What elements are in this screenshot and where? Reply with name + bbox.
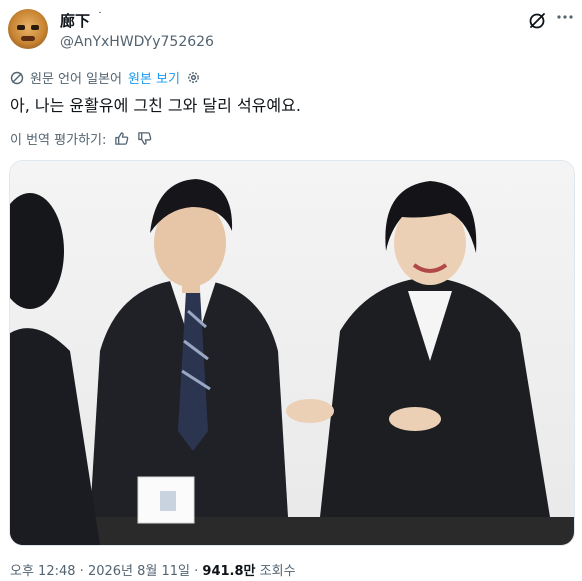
grok-icon[interactable] bbox=[528, 12, 546, 30]
translation-row: 원문 언어 일본어 원본 보기 bbox=[10, 68, 201, 87]
tweet-date[interactable]: 2026년 8월 11일 bbox=[88, 564, 190, 579]
author-name-suffix: ˙ bbox=[97, 10, 103, 23]
avatar-eye bbox=[31, 25, 39, 30]
tweet-photo[interactable] bbox=[9, 160, 575, 546]
more-icon[interactable] bbox=[556, 8, 574, 26]
meta-separator: · bbox=[79, 564, 84, 579]
meta-separator: · bbox=[194, 564, 199, 579]
gear-icon[interactable] bbox=[186, 70, 201, 85]
author-name[interactable]: 廊下 ˙ bbox=[60, 10, 103, 31]
author-handle[interactable]: @AnYxHWDYy752626 bbox=[60, 34, 214, 50]
rate-translation-row: 이 번역 평가하기: bbox=[10, 129, 152, 148]
rate-label: 이 번역 평가하기: bbox=[10, 133, 107, 148]
avatar-eye bbox=[17, 25, 25, 30]
avatar[interactable] bbox=[8, 9, 48, 49]
photo-resume bbox=[137, 476, 195, 524]
tweet-text: 아, 나는 윤활유에 그친 그와 달리 석유예요. bbox=[10, 96, 301, 115]
thumbs-up-icon[interactable] bbox=[114, 131, 129, 146]
original-language-label: 원문 언어 일본어 bbox=[30, 72, 122, 87]
view-count: 941.8만 bbox=[202, 564, 256, 579]
view-count-label: 조회수 bbox=[259, 564, 296, 579]
translate-icon bbox=[10, 71, 24, 85]
tweet-meta: 오후 12:48 · 2026년 8월 11일 · 941.8만 조회수 bbox=[10, 560, 296, 579]
show-original-link[interactable]: 원본 보기 bbox=[128, 68, 180, 87]
avatar-mouth bbox=[21, 36, 35, 41]
thumbs-down-icon[interactable] bbox=[137, 131, 152, 146]
tweet-time[interactable]: 오후 12:48 bbox=[10, 564, 76, 579]
author-name-text: 廊下 bbox=[60, 12, 91, 30]
